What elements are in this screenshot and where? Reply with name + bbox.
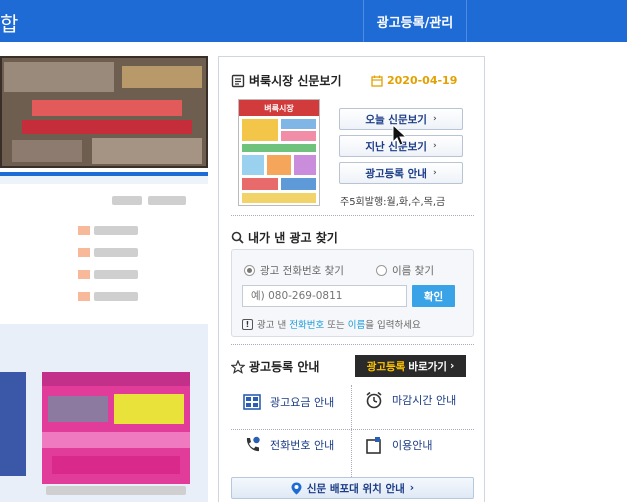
ad-price-guide-label: 광고요금 안내 [270, 396, 335, 409]
exclamation-icon: ! [242, 318, 253, 330]
calendar-icon [371, 75, 383, 87]
deadline-guide-link[interactable]: 마감시간 안내 [365, 391, 456, 409]
chevron-right-icon: › [449, 360, 455, 372]
mouse-pointer-icon [392, 124, 408, 146]
thumbnail-masthead: 벼룩시장 [239, 100, 319, 116]
blurred-ad-banner[interactable] [0, 56, 208, 168]
deadline-guide-label: 마감시간 안내 [392, 394, 457, 407]
page-title-fragment: 합 [0, 12, 19, 36]
radio-phone-search[interactable]: 광고 전화번호 찾기 [244, 263, 344, 278]
usage-guide-link[interactable]: 이용안내 [365, 436, 432, 454]
divider [466, 0, 467, 42]
usage-document-icon [366, 437, 381, 454]
find-ad-section-header: 내가 낸 광고 찾기 [231, 229, 338, 246]
dotted-divider [231, 344, 474, 345]
chevron-right-icon: › [432, 168, 437, 178]
phone-icon [246, 436, 260, 452]
blurred-marker [78, 292, 90, 301]
ad-register-info-button[interactable]: 광고등록 안내 › [339, 162, 463, 184]
map-pin-icon [291, 482, 302, 494]
price-table-icon [243, 394, 261, 410]
blurred-text [94, 270, 138, 279]
distribution-location-button[interactable]: 신문 배포대 위치 안내 › [231, 477, 474, 499]
ad-register-shortcut-button[interactable]: 광고등록 바로가기 › [355, 355, 466, 377]
ad-price-guide-link[interactable]: 광고요금 안내 [243, 393, 334, 411]
ad-register-manage-button[interactable]: 광고등록/관리 [364, 0, 466, 42]
issue-date-text: 2020-04-19 [387, 74, 458, 87]
blurred-text [94, 248, 138, 257]
newspaper-section-header: 벼룩시장 신문보기 [231, 72, 342, 89]
confirm-button[interactable]: 확인 [412, 285, 455, 307]
issue-date: 2020-04-19 [371, 74, 457, 87]
blurred-text [148, 196, 186, 205]
find-ad-form: 광고 전화번호 찾기 이름 찾기 확인 ! 광고 낸 전화번호 또는 이름을 입… [231, 249, 474, 337]
alarm-clock-icon [366, 391, 382, 409]
star-icon [231, 359, 245, 374]
blurred-text [46, 486, 186, 495]
blurred-marker [78, 248, 90, 257]
phone-number-guide-label: 전화번호 안내 [270, 439, 335, 452]
blurred-pink-ad[interactable] [42, 372, 190, 484]
light-band [0, 176, 208, 184]
radio-name-search[interactable]: 이름 찾기 [376, 263, 434, 278]
newspaper-side-panel: 벼룩시장 신문보기 2020-04-19 벼룩시장 오늘 신문보기 › 지난 신… [218, 56, 485, 502]
find-ad-section-title: 내가 낸 광고 찾기 [248, 231, 338, 245]
newspaper-section-title: 벼룩시장 신문보기 [249, 74, 342, 88]
radio-name-label: 이름 찾기 [392, 265, 434, 277]
phone-number-guide-link[interactable]: 전화번호 안내 [243, 436, 334, 454]
radio-unselected-icon [376, 265, 387, 276]
top-navigation-bar: 합 광고등록/관리 [0, 0, 627, 42]
distribution-location-label: 신문 배포대 위치 안내 [306, 482, 405, 495]
blurred-text [112, 196, 142, 205]
ad-register-info-label: 광고등록 안내 [365, 167, 427, 180]
ad-guide-section-header: 광고등록 안내 [231, 358, 319, 375]
left-content-column [0, 56, 210, 502]
usage-guide-label: 이용안내 [392, 439, 433, 452]
blurred-text [94, 226, 138, 235]
blurred-marker [78, 270, 90, 279]
hint-text: 광고 낸 [257, 320, 290, 331]
hint-text: 또는 [324, 320, 348, 331]
hint-name-highlight: 이름 [347, 320, 366, 331]
radio-phone-label: 광고 전화번호 찾기 [260, 265, 344, 277]
newspaper-thumbnail[interactable]: 벼룩시장 [238, 99, 320, 206]
blurred-text [94, 292, 138, 301]
blurred-marker [78, 226, 90, 235]
shortcut-label: 바로가기 [408, 360, 447, 373]
hint-text: 을 입력하세요 [365, 320, 421, 331]
chevron-right-icon: › [432, 141, 437, 151]
chevron-right-icon: › [409, 482, 415, 494]
ad-guide-section-title: 광고등록 안내 [249, 360, 320, 374]
input-hint: ! 광고 낸 전화번호 또는 이름을 입력하세요 [242, 317, 421, 331]
blurred-side-ad[interactable] [0, 372, 26, 476]
dotted-divider [231, 215, 474, 216]
phone-number-input[interactable] [242, 285, 407, 307]
publish-schedule: 주5회발행:월,화,수,목,금 [340, 197, 446, 208]
chevron-right-icon: › [432, 114, 437, 124]
radio-selected-icon [244, 265, 255, 276]
grid-divider-horizontal [231, 429, 474, 430]
search-icon [231, 231, 244, 244]
hint-phone-highlight: 전화번호 [289, 320, 325, 331]
shortcut-highlight: 광고등록 [366, 360, 406, 373]
newspaper-icon [231, 74, 245, 87]
